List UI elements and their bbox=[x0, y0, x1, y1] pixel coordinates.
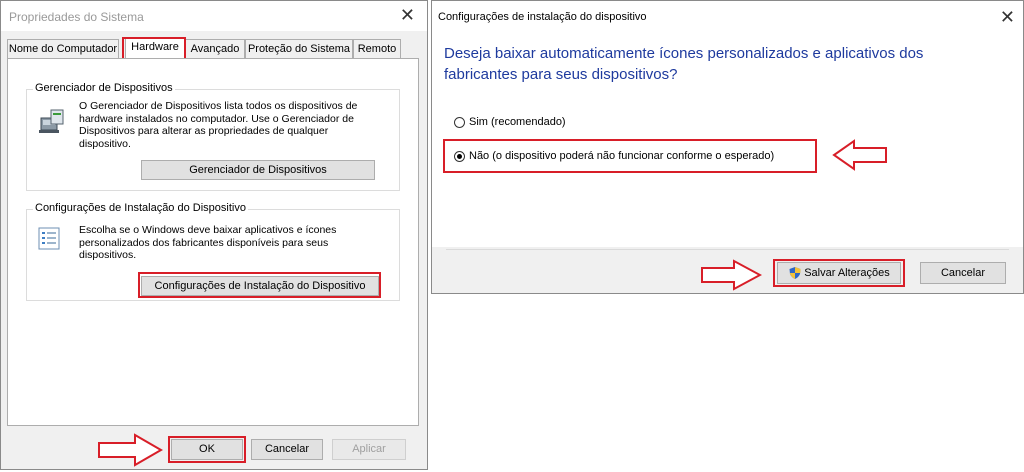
tab-remote[interactable]: Remoto bbox=[353, 39, 401, 58]
cancel-button[interactable]: Cancelar bbox=[920, 262, 1006, 284]
apply-button[interactable]: Aplicar bbox=[332, 439, 406, 460]
settings-list-icon bbox=[38, 227, 60, 250]
device-install-button-highlight bbox=[138, 272, 381, 298]
radio-option-yes[interactable]: Sim (recomendado) bbox=[454, 116, 566, 128]
arrow-to-no-option-icon bbox=[832, 139, 887, 171]
title-bar: Configurações de instalação do dispositi… bbox=[432, 1, 1023, 33]
close-icon[interactable]: ✕ bbox=[1000, 8, 1015, 26]
close-icon[interactable]: ✕ bbox=[400, 6, 415, 24]
save-button-highlight bbox=[773, 259, 905, 287]
title-bar: Propriedades do Sistema ✕ bbox=[1, 1, 427, 31]
ok-button-highlight bbox=[168, 436, 246, 463]
tab-computer-name[interactable]: Nome do Computador bbox=[7, 39, 119, 58]
separator bbox=[446, 249, 1009, 250]
device-manager-button[interactable]: Gerenciador de Dispositivos bbox=[141, 160, 375, 180]
dialog-title: Configurações de instalação do dispositi… bbox=[438, 11, 647, 23]
hardware-tab-panel: Gerenciador de Dispositivos O Gerenciado… bbox=[7, 58, 419, 426]
device-manager-description: O Gerenciador de Dispositivos lista todo… bbox=[79, 100, 358, 150]
device-manager-group-label: Gerenciador de Dispositivos bbox=[33, 82, 175, 94]
arrow-to-ok-icon bbox=[98, 433, 163, 467]
question-text: Deseja baixar automaticamente ícones per… bbox=[444, 45, 924, 83]
tab-system-protection[interactable]: Proteção do Sistema bbox=[245, 39, 353, 58]
device-manager-group: Gerenciador de Dispositivos O Gerenciado… bbox=[26, 82, 400, 191]
tab-advanced[interactable]: Avançado bbox=[185, 39, 245, 58]
cancel-button[interactable]: Cancelar bbox=[251, 439, 323, 460]
radio-label: Sim (recomendado) bbox=[469, 116, 566, 128]
device-install-group-label: Configurações de Instalação do Dispositi… bbox=[33, 202, 248, 214]
device-install-settings-dialog: Configurações de instalação do dispositi… bbox=[431, 0, 1024, 294]
dialog-content: Deseja baixar automaticamente ícones per… bbox=[432, 33, 1023, 247]
no-option-highlight bbox=[443, 139, 817, 173]
device-install-description: Escolha se o Windows deve baixar aplicat… bbox=[79, 224, 337, 261]
dialog-title: Propriedades do Sistema bbox=[9, 10, 144, 24]
device-manager-icon bbox=[39, 109, 64, 133]
system-properties-dialog: Propriedades do Sistema ✕ Nome do Comput… bbox=[0, 0, 428, 470]
radio-button[interactable] bbox=[454, 116, 465, 128]
arrow-to-save-icon bbox=[701, 259, 762, 291]
